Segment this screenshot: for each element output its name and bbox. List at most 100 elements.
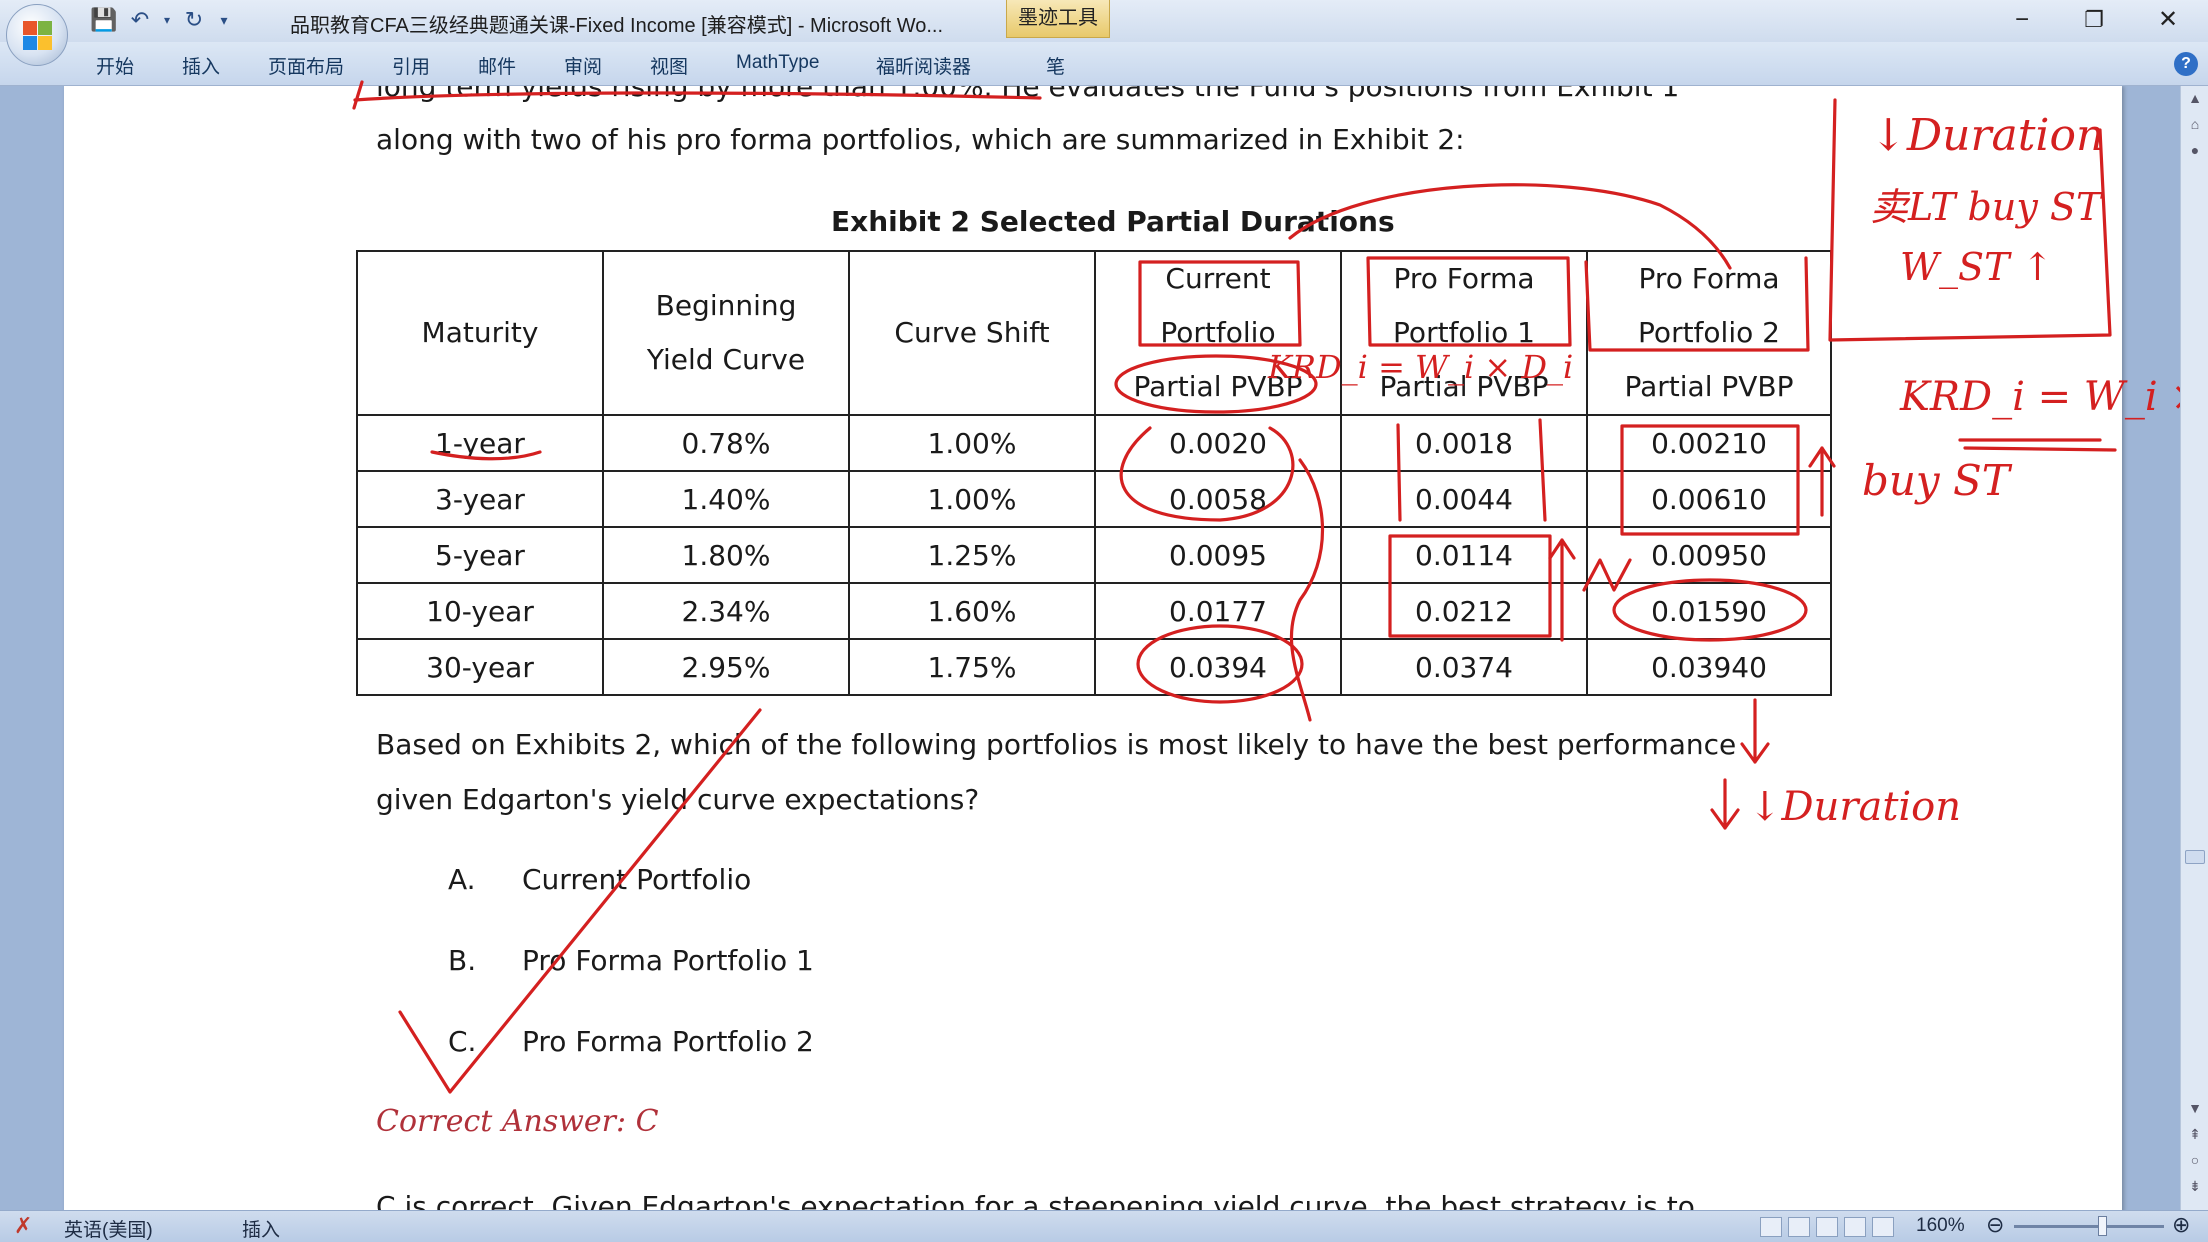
- table-cell: 30-year: [356, 638, 604, 696]
- previous-page-icon[interactable]: ⇞: [2185, 1126, 2205, 1146]
- ribbon-tabs: 开始 插入 页面布局 引用 邮件 审阅 视图 MathType 福昕阅读器 笔 …: [0, 42, 2208, 86]
- header-maturity: Maturity: [356, 250, 604, 416]
- tab-insert[interactable]: 插入: [182, 52, 220, 79]
- status-bar: ✗ 英语(美国) 插入 160% ⊖ ⊕: [0, 1210, 2208, 1242]
- exhibit-table: Maturity Beginning Yield Curve Curve Shif…: [356, 250, 1832, 696]
- option-b-text: Pro Forma Portfolio 1: [522, 944, 814, 977]
- word-window: 💾 ↶ ▾ ↻ ▾ 品职教育CFA三级经典题通关课-Fixed Income […: [0, 0, 2208, 1242]
- ruler-toggle-icon[interactable]: ⌂: [2185, 116, 2205, 136]
- table-cell: 0.0114: [1340, 526, 1588, 584]
- table-cell: 1.40%: [602, 470, 850, 528]
- zoom-slider-handle[interactable]: [2098, 1216, 2107, 1236]
- table-cell: 1.25%: [848, 526, 1096, 584]
- table-cell: 1.00%: [848, 414, 1096, 472]
- table-row: 10-year 2.34% 1.60% 0.0177 0.0212 0.0159…: [356, 582, 1832, 640]
- cut-off-bottom-line: C is correct. Given Edgarton's expectati…: [376, 1190, 1695, 1210]
- table-cell: 0.0177: [1094, 582, 1342, 640]
- exhibit-title: Exhibit 2 Selected Partial Durations: [831, 205, 1395, 238]
- next-page-icon[interactable]: ⇟: [2185, 1178, 2205, 1198]
- question-line-2: given Edgarton's yield curve expectation…: [376, 783, 980, 816]
- table-cell: 1-year: [356, 414, 604, 472]
- tab-mailings[interactable]: 邮件: [478, 52, 516, 79]
- table-cell: 0.0058: [1094, 470, 1342, 528]
- tab-page-layout[interactable]: 页面布局: [268, 52, 344, 79]
- office-button[interactable]: [6, 4, 68, 66]
- pen-icon[interactable]: ●: [2185, 142, 2205, 162]
- table-header-row: Maturity Beginning Yield Curve Curve Shif…: [356, 250, 1832, 416]
- tab-view[interactable]: 视图: [650, 52, 688, 79]
- web-layout-view-icon[interactable]: [1816, 1217, 1838, 1237]
- table-row: 5-year 1.80% 1.25% 0.0095 0.0114 0.00950: [356, 526, 1832, 584]
- table-cell: 3-year: [356, 470, 604, 528]
- option-a-letter: A.: [448, 863, 476, 896]
- intro-line: along with two of his pro forma portfoli…: [376, 123, 1465, 156]
- tab-review[interactable]: 审阅: [564, 52, 602, 79]
- tab-home[interactable]: 开始: [96, 52, 134, 79]
- table-cell: 0.78%: [602, 414, 850, 472]
- customize-toolbar-icon[interactable]: ▾: [214, 6, 234, 34]
- option-c-letter: C.: [448, 1025, 477, 1058]
- tab-mathtype[interactable]: MathType: [736, 52, 819, 74]
- table-cell: 0.0095: [1094, 526, 1342, 584]
- zoom-out-icon[interactable]: ⊖: [1986, 1212, 2004, 1238]
- table-cell: 0.0394: [1094, 638, 1342, 696]
- table-cell: 0.00210: [1586, 414, 1832, 472]
- table-cell: 1.75%: [848, 638, 1096, 696]
- option-b-letter: B.: [448, 944, 477, 977]
- vertical-scrollbar[interactable]: ▲ ⌂ ● ▼ ⇞ ○ ⇟: [2180, 86, 2208, 1210]
- zoom-level[interactable]: 160%: [1916, 1215, 1965, 1237]
- close-button[interactable]: ✕: [2136, 4, 2200, 36]
- undo-icon[interactable]: ↶: [124, 6, 156, 34]
- zoom-slider[interactable]: [2014, 1225, 2164, 1228]
- print-layout-view-icon[interactable]: [1760, 1217, 1782, 1237]
- option-c-text: Pro Forma Portfolio 2: [522, 1025, 814, 1058]
- question-line-1: Based on Exhibits 2, which of the follow…: [376, 728, 1737, 761]
- redo-icon[interactable]: ↻: [178, 6, 210, 34]
- table-cell: 0.0212: [1340, 582, 1588, 640]
- table-cell: 1.60%: [848, 582, 1096, 640]
- scroll-down-icon[interactable]: ▼: [2185, 1100, 2205, 1120]
- browse-object-icon[interactable]: ○: [2185, 1152, 2205, 1172]
- header-pro-forma-2: Pro Forma Portfolio 2 Partial PVBP: [1586, 250, 1832, 416]
- table-row: 3-year 1.40% 1.00% 0.0058 0.0044 0.00610: [356, 470, 1832, 528]
- table-cell: 0.0018: [1340, 414, 1588, 472]
- table-cell: 0.0044: [1340, 470, 1588, 528]
- language-status[interactable]: 英语(美国): [64, 1215, 153, 1242]
- table-cell: 10-year: [356, 582, 604, 640]
- draft-view-icon[interactable]: [1872, 1217, 1894, 1237]
- outline-view-icon[interactable]: [1844, 1217, 1866, 1237]
- help-icon[interactable]: ?: [2174, 52, 2198, 76]
- insert-mode-status[interactable]: 插入: [242, 1215, 280, 1242]
- table-cell: 1.80%: [602, 526, 850, 584]
- header-curve-shift: Curve Shift: [848, 250, 1096, 416]
- tab-references[interactable]: 引用: [392, 52, 430, 79]
- zoom-in-icon[interactable]: ⊕: [2172, 1212, 2190, 1238]
- tab-ink-tools[interactable]: 墨迹工具: [1006, 0, 1110, 38]
- restore-button[interactable]: ❐: [2062, 4, 2126, 36]
- office-logo-icon: [23, 21, 53, 51]
- scroll-up-icon[interactable]: ▲: [2185, 90, 2205, 110]
- table-row: 1-year 0.78% 1.00% 0.0020 0.0018 0.00210: [356, 414, 1832, 472]
- table-cell: 0.01590: [1586, 582, 1832, 640]
- reading-view-icon[interactable]: [1788, 1217, 1810, 1237]
- table-cell: 0.03940: [1586, 638, 1832, 696]
- document-page[interactable]: long term yields rising by more than 1.0…: [64, 86, 2122, 1210]
- correct-answer: Correct Answer: C: [376, 1104, 659, 1139]
- scroll-thumb[interactable]: [2185, 850, 2205, 864]
- table-cell: 0.00950: [1586, 526, 1832, 584]
- undo-dropdown-icon[interactable]: ▾: [160, 6, 174, 34]
- table-cell: 0.0020: [1094, 414, 1342, 472]
- quick-access-toolbar: 💾 ↶ ▾ ↻ ▾: [78, 6, 234, 34]
- spelling-check-icon[interactable]: ✗: [14, 1213, 32, 1239]
- title-bar: 💾 ↶ ▾ ↻ ▾ 品职教育CFA三级经典题通关课-Fixed Income […: [0, 0, 2208, 42]
- header-pro-forma-1: Pro Forma Portfolio 1 Partial PVBP: [1340, 250, 1588, 416]
- save-icon[interactable]: 💾: [88, 6, 120, 34]
- tab-pen[interactable]: 笔: [1046, 52, 1065, 79]
- table-cell: 0.0374: [1340, 638, 1588, 696]
- option-a-text: Current Portfolio: [522, 863, 752, 896]
- window-title: 品职教育CFA三级经典题通关课-Fixed Income [兼容模式] - Mi…: [290, 15, 944, 37]
- minimize-button[interactable]: −: [1990, 4, 2054, 36]
- table-cell: 0.00610: [1586, 470, 1832, 528]
- table-cell: 2.95%: [602, 638, 850, 696]
- tab-foxit-reader[interactable]: 福昕阅读器: [876, 52, 971, 79]
